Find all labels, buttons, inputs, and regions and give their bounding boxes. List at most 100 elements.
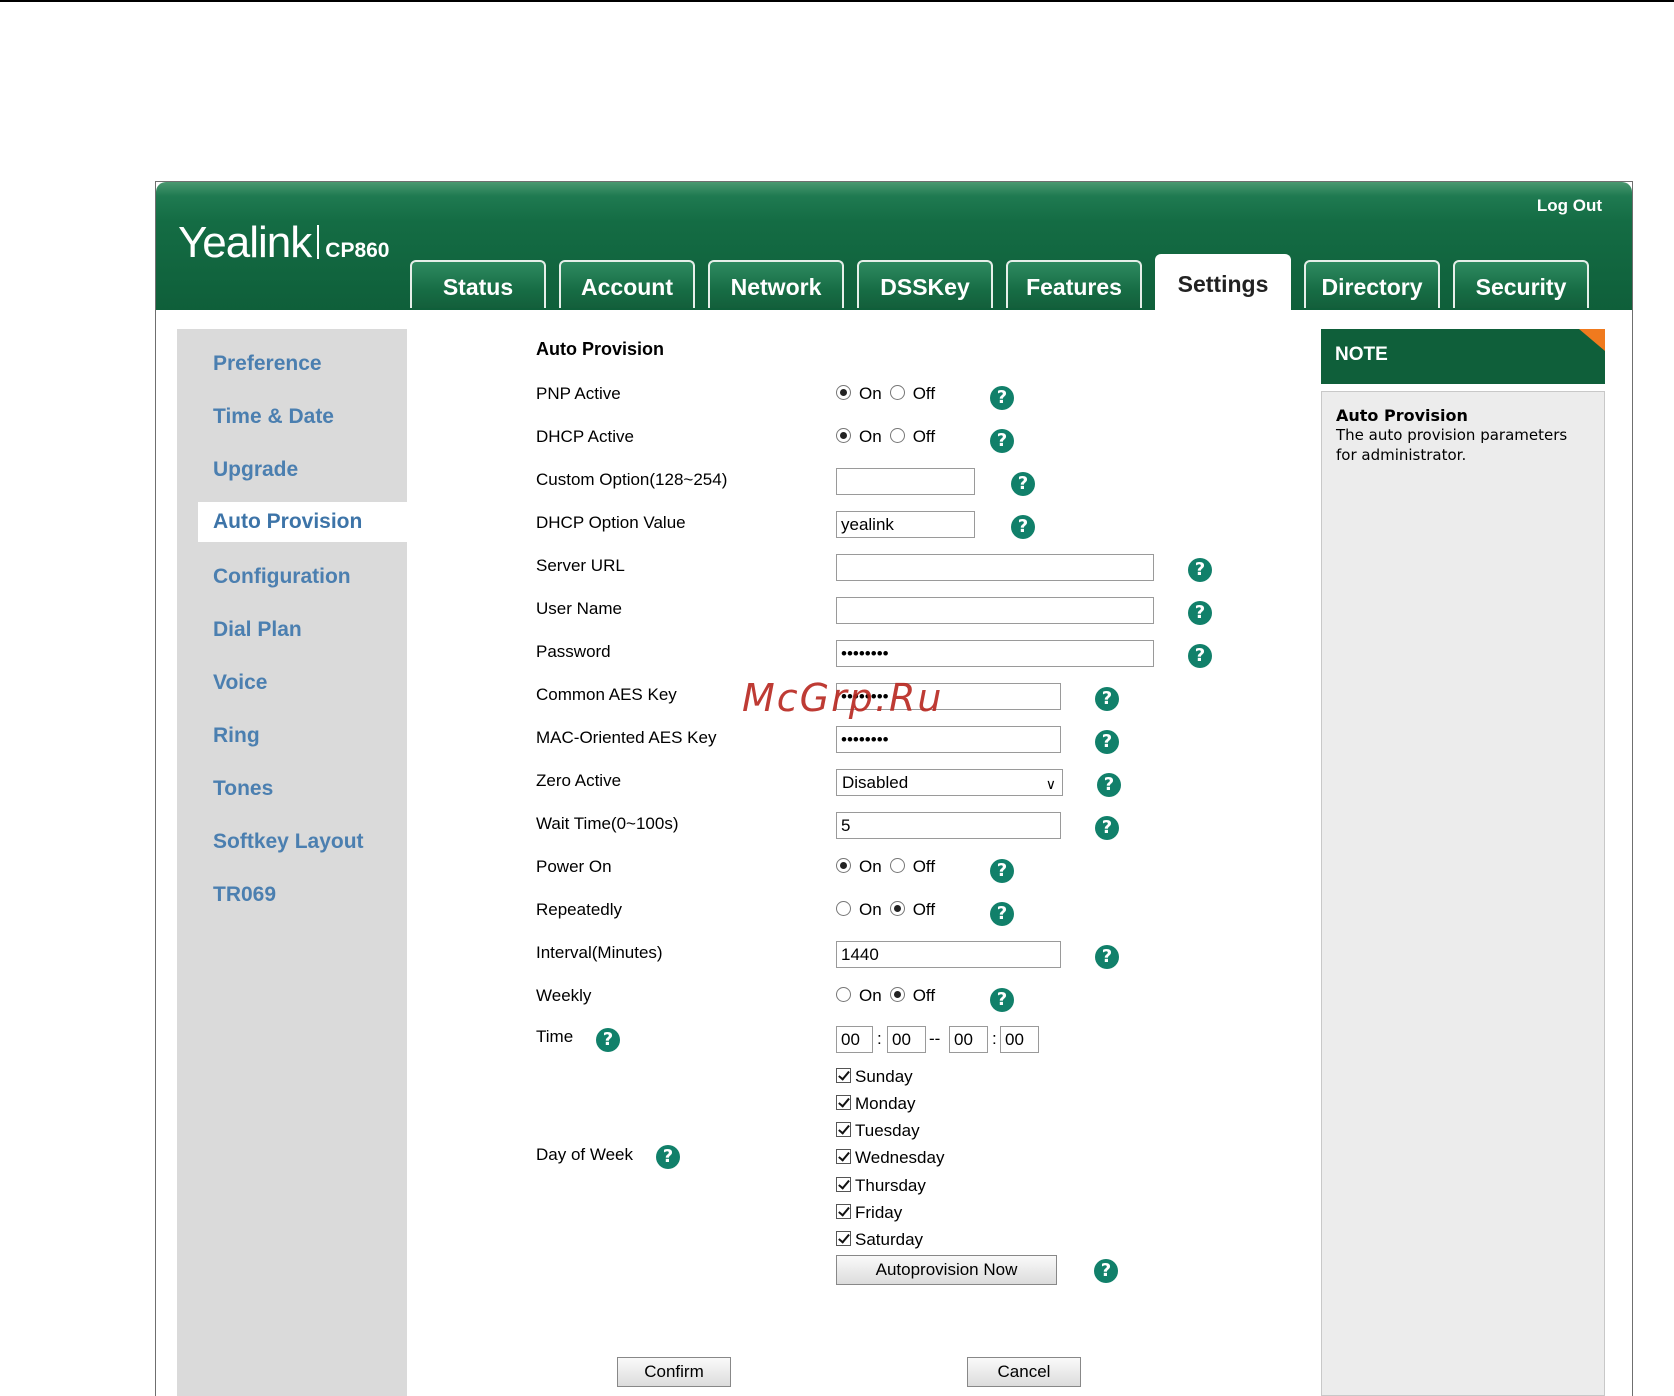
sunday-label: Sunday [855, 1067, 913, 1086]
radio-on-label: On [859, 986, 882, 1005]
custom-option-input[interactable] [836, 468, 975, 495]
app-window: Yealink CP860 Log Out Status Account Netw… [155, 181, 1633, 1396]
dhcp-active-on-radio[interactable] [836, 428, 851, 443]
sidebar-item-dial-plan[interactable]: Dial Plan [177, 610, 407, 650]
logout-link[interactable]: Log Out [1537, 196, 1602, 216]
time-start-hour-input[interactable]: 00 [836, 1026, 873, 1053]
time-start-min-input[interactable]: 00 [887, 1026, 926, 1053]
time-colon: : [992, 1029, 997, 1048]
dhcp-active-off-radio[interactable] [889, 428, 905, 443]
user-name-label: User Name [536, 599, 622, 618]
power-on-on-radio[interactable] [836, 858, 851, 873]
help-icon[interactable]: ? [1011, 472, 1035, 496]
pnp-active-on-radio[interactable] [836, 385, 851, 400]
weekly-radios: On Off [836, 986, 943, 1006]
thursday-checkbox[interactable] [836, 1177, 851, 1192]
pnp-active-off-radio[interactable] [889, 385, 905, 400]
sidebar-item-ring[interactable]: Ring [177, 716, 407, 756]
brand-model: CP860 [325, 239, 390, 262]
sidebar-item-voice[interactable]: Voice [177, 663, 407, 703]
radio-on-label: On [859, 384, 882, 403]
help-icon[interactable]: ? [1095, 687, 1119, 711]
day-sunday: Sunday [836, 1067, 913, 1087]
autoprovision-now-button[interactable]: Autoprovision Now [836, 1255, 1057, 1285]
help-icon[interactable]: ? [990, 859, 1014, 883]
help-icon[interactable]: ? [1188, 558, 1212, 582]
password-input[interactable]: •••••••• [836, 640, 1154, 667]
help-icon[interactable]: ? [1095, 730, 1119, 754]
weekly-off-radio[interactable] [889, 987, 905, 1002]
server-url-input[interactable] [836, 554, 1154, 581]
wednesday-checkbox[interactable] [836, 1149, 851, 1164]
zero-active-select[interactable]: Disabled ∨ [836, 769, 1063, 796]
sunday-checkbox[interactable] [836, 1068, 851, 1083]
weekly-on-radio[interactable] [836, 987, 851, 1002]
day-thursday: Thursday [836, 1176, 926, 1196]
tab-settings[interactable]: Settings [1155, 254, 1291, 310]
tab-dsskey[interactable]: DSSKey [857, 260, 993, 308]
confirm-button[interactable]: Confirm [617, 1357, 731, 1387]
sidebar-item-auto-provision[interactable]: Auto Provision [198, 502, 418, 542]
help-icon[interactable]: ? [990, 429, 1014, 453]
note-heading: NOTE [1335, 344, 1388, 365]
custom-option-label: Custom Option(128~254) [536, 470, 728, 489]
help-icon[interactable]: ? [1011, 515, 1035, 539]
radio-off-label: Off [912, 427, 936, 446]
help-icon[interactable]: ? [1095, 945, 1119, 969]
sidebar-item-tr069[interactable]: TR069 [177, 875, 407, 915]
password-label: Password [536, 642, 611, 661]
tab-directory[interactable]: Directory [1304, 260, 1440, 308]
help-icon[interactable]: ? [596, 1028, 620, 1052]
help-icon[interactable]: ? [656, 1145, 680, 1169]
help-icon[interactable]: ? [1094, 1259, 1118, 1283]
repeatedly-on-radio[interactable] [836, 901, 851, 916]
header-bar: Yealink CP860 Log Out Status Account Netw… [156, 182, 1632, 310]
brand-logo: Yealink CP860 [178, 218, 390, 268]
day-monday: Monday [836, 1094, 915, 1114]
time-end-min-input[interactable]: 00 [1000, 1026, 1039, 1053]
dhcp-option-value-input[interactable]: yealink [836, 511, 975, 538]
brand-name: Yealink [178, 218, 312, 267]
help-icon[interactable]: ? [990, 988, 1014, 1012]
corner-flag-icon [1579, 329, 1605, 351]
radio-on-label: On [859, 900, 882, 919]
tab-status[interactable]: Status [410, 260, 546, 308]
cancel-button[interactable]: Cancel [967, 1357, 1081, 1387]
tab-account[interactable]: Account [559, 260, 695, 308]
power-on-off-radio[interactable] [889, 858, 905, 873]
help-icon[interactable]: ? [990, 902, 1014, 926]
help-icon[interactable]: ? [990, 386, 1014, 410]
sidebar-item-preference[interactable]: Preference [177, 344, 407, 384]
repeatedly-off-radio[interactable] [889, 901, 905, 916]
sidebar-item-tones[interactable]: Tones [177, 769, 407, 809]
sidebar-item-time-date[interactable]: Time & Date [177, 397, 407, 437]
wait-time-input[interactable]: 5 [836, 812, 1061, 839]
help-icon[interactable]: ? [1188, 644, 1212, 668]
sidebar-item-softkey-layout[interactable]: Softkey Layout [177, 822, 407, 862]
user-name-input[interactable] [836, 597, 1154, 624]
radio-off-label: Off [912, 384, 936, 403]
friday-checkbox[interactable] [836, 1204, 851, 1219]
sidebar: Preference Time & Date Upgrade Auto Prov… [177, 329, 418, 1396]
tab-network[interactable]: Network [708, 260, 844, 308]
dhcp-option-value-label: DHCP Option Value [536, 513, 686, 532]
sidebar-item-configuration[interactable]: Configuration [177, 557, 407, 597]
tab-features[interactable]: Features [1006, 260, 1142, 308]
zero-active-label: Zero Active [536, 771, 622, 790]
saturday-checkbox[interactable] [836, 1231, 851, 1246]
mac-aes-key-input[interactable]: •••••••• [836, 726, 1061, 753]
sidebar-item-upgrade[interactable]: Upgrade [177, 450, 407, 490]
weekly-label: Weekly [536, 986, 592, 1005]
help-icon[interactable]: ? [1095, 816, 1119, 840]
interval-input[interactable]: 1440 [836, 941, 1061, 968]
zero-active-value: Disabled [842, 773, 909, 792]
tuesday-checkbox[interactable] [836, 1122, 851, 1137]
monday-checkbox[interactable] [836, 1095, 851, 1110]
power-on-label: Power On [536, 857, 612, 876]
monday-label: Monday [855, 1094, 916, 1113]
help-icon[interactable]: ? [1188, 601, 1212, 625]
tab-security[interactable]: Security [1453, 260, 1589, 308]
time-end-hour-input[interactable]: 00 [949, 1026, 988, 1053]
friday-label: Friday [855, 1203, 903, 1222]
help-icon[interactable]: ? [1097, 773, 1121, 797]
